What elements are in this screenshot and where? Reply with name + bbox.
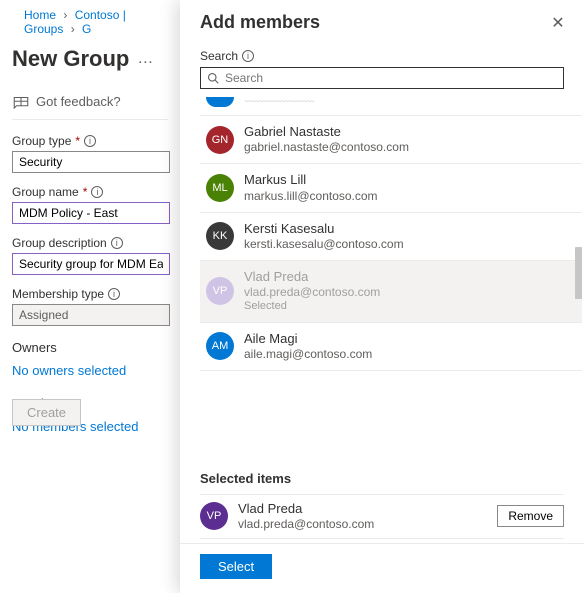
person-name: Gabriel Nastaste [244, 124, 409, 140]
create-button[interactable]: Create [12, 399, 81, 426]
result-row[interactable]: GN Gabriel Nastastegabriel.nastaste@conto… [200, 116, 582, 164]
breadcrumb: Home › Contoso | Groups › G [12, 0, 168, 40]
chevron-right-icon: › [71, 22, 75, 36]
result-row[interactable]: ML Markus Lillmarkus.lill@contoso.com [200, 164, 582, 212]
select-button[interactable]: Select [200, 554, 272, 579]
search-input[interactable] [219, 71, 557, 85]
person-email: vlad.preda@contoso.com [244, 285, 380, 300]
owners-link[interactable]: No owners selected [12, 359, 168, 382]
person-name: Kersti Kasesalu [244, 221, 404, 237]
avatar: VP [200, 502, 228, 530]
info-icon[interactable]: i [91, 186, 103, 198]
search-input-wrapper[interactable] [200, 67, 564, 89]
result-row[interactable]: VP Vlad Predavlad.preda@contoso.comSelect… [200, 261, 582, 323]
person-name: Markus Lill [244, 172, 378, 188]
add-members-panel: Add members ✕ Searchi ~~~~~~~~~~~~~~~~~~… [180, 0, 584, 593]
membership-type-label: Membership typei [12, 287, 168, 301]
breadcrumb-current[interactable]: G [82, 22, 91, 36]
avatar: VP [206, 277, 234, 305]
owners-heading: Owners [12, 340, 168, 355]
person-name: Vlad Preda [238, 501, 374, 517]
avatar: KK [206, 222, 234, 250]
avatar: AM [206, 332, 234, 360]
panel-title: Add members [200, 12, 320, 33]
avatar: GN [206, 126, 234, 154]
person-name: Aile Magi [244, 331, 372, 347]
group-type-select[interactable] [12, 151, 170, 173]
avatar [206, 97, 234, 107]
group-type-label: Group type*i [12, 134, 168, 148]
group-description-input[interactable] [12, 253, 170, 275]
page-title: New Group [12, 46, 129, 72]
result-row[interactable]: ~~~~~~~~~~~~~~~~~~~ [200, 97, 582, 116]
info-icon[interactable]: i [84, 135, 96, 147]
chevron-right-icon: › [63, 8, 67, 22]
person-email: gabriel.nastaste@contoso.com [244, 140, 409, 155]
person-email: aile.magi@contoso.com [244, 347, 372, 362]
search-results: ~~~~~~~~~~~~~~~~~~~ GN Gabriel Nastastegab… [180, 93, 584, 460]
result-row[interactable]: KK Kersti Kasesalukersti.kasesalu@contoso… [200, 213, 582, 261]
result-row[interactable]: AM Aile Magiaile.magi@contoso.com [200, 323, 582, 371]
person-name: Vlad Preda [244, 269, 380, 285]
person-email: markus.lill@contoso.com [244, 189, 378, 204]
person-email: vlad.preda@contoso.com [238, 517, 374, 532]
selected-items-heading: Selected items [200, 471, 564, 486]
search-label: Searchi [200, 49, 564, 63]
more-actions-icon[interactable]: … [137, 50, 153, 68]
remove-button[interactable]: Remove [497, 505, 564, 527]
feedback-icon [12, 95, 30, 109]
group-name-label: Group name*i [12, 185, 168, 199]
scrollbar[interactable] [574, 97, 582, 327]
selected-label: Selected [244, 300, 380, 314]
avatar: ML [206, 174, 234, 202]
info-icon[interactable]: i [108, 288, 120, 300]
feedback-link[interactable]: Got feedback? [12, 86, 168, 120]
selected-item-row: VP Vlad Predavlad.preda@contoso.com Remove [200, 494, 564, 539]
search-icon [207, 72, 219, 84]
person-email: kersti.kasesalu@contoso.com [244, 237, 404, 252]
group-name-input[interactable] [12, 202, 170, 224]
membership-type-select[interactable] [12, 304, 170, 326]
group-description-label: Group descriptioni [12, 236, 168, 250]
scrollbar-thumb[interactable] [575, 247, 582, 299]
info-icon[interactable]: i [242, 50, 254, 62]
info-icon[interactable]: i [111, 237, 123, 249]
breadcrumb-home[interactable]: Home [24, 8, 56, 22]
close-icon[interactable]: ✕ [548, 13, 568, 33]
